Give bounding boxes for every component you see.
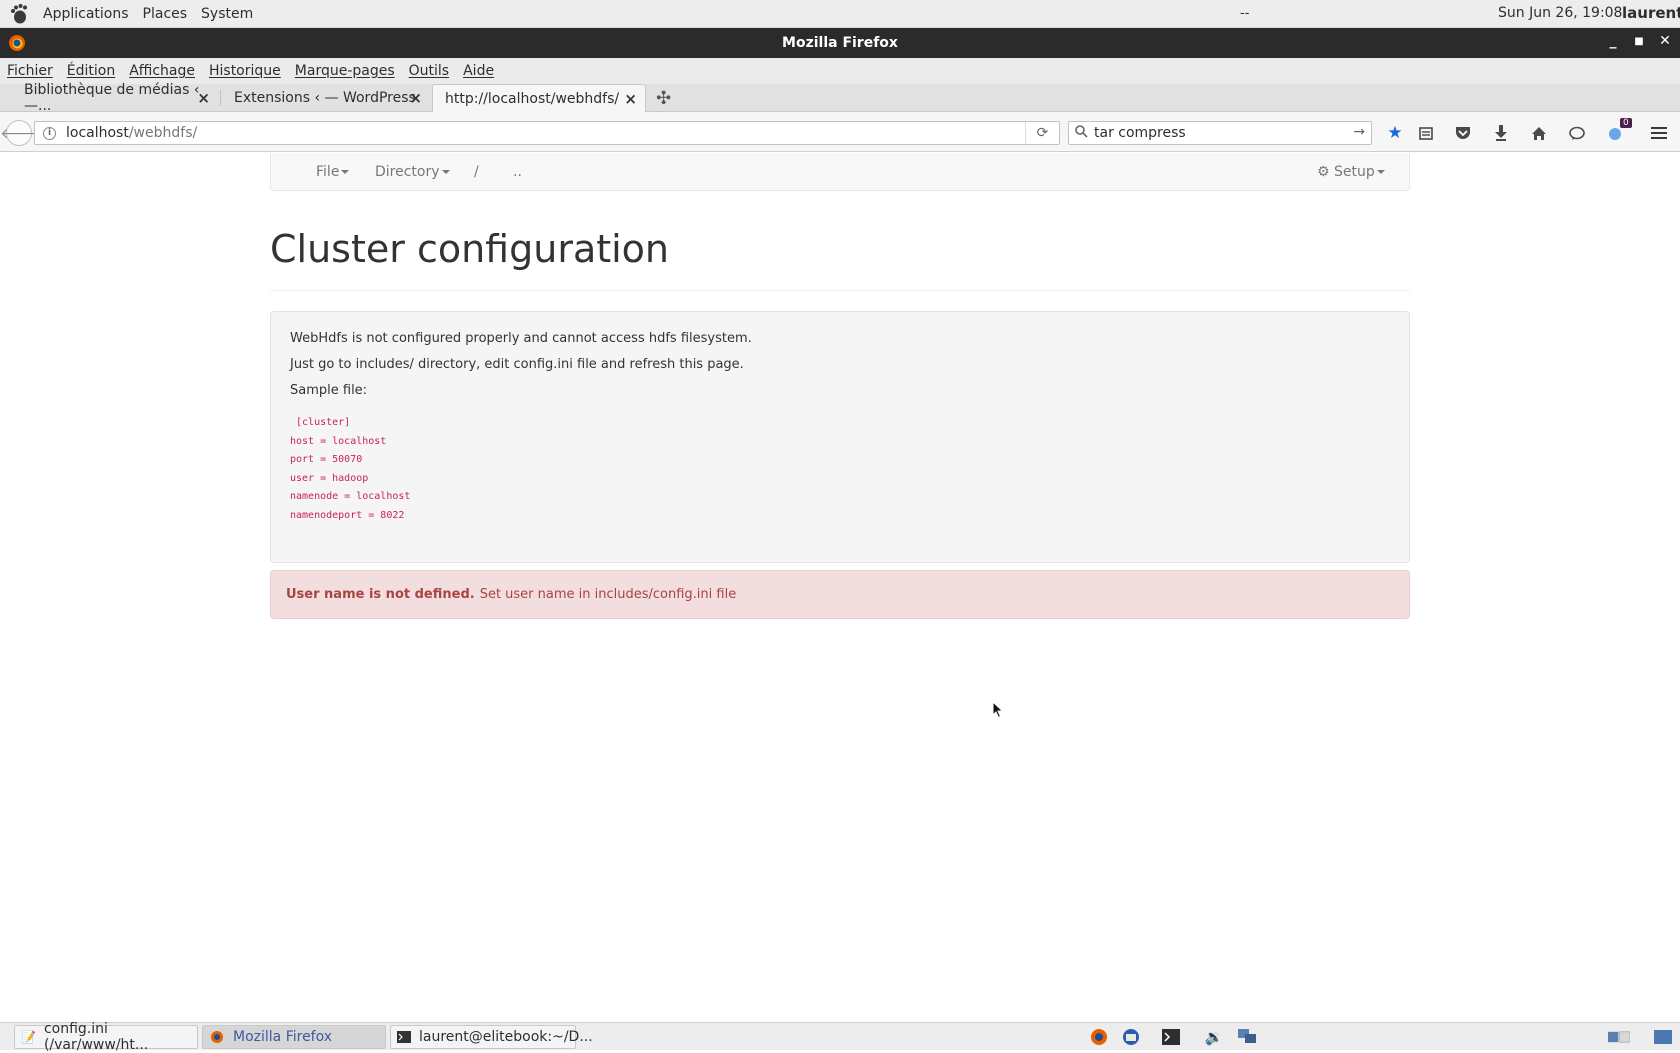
tab-bibliotheque[interactable]: Bibliothèque de médias ‹ —... × — [8, 82, 218, 114]
tab-webhdfs[interactable]: http://localhost/webhdfs/ × — [432, 84, 646, 112]
system-menu[interactable]: System — [194, 6, 260, 22]
close-tab-icon[interactable]: × — [197, 89, 210, 107]
applications-menu[interactable]: Applications — [36, 6, 136, 22]
text-editor-icon: 📝 — [21, 1030, 36, 1044]
tab-extensions[interactable]: Extensions ‹ — WordPress × — [218, 84, 430, 112]
bookmarks-menu-icon[interactable] — [1415, 122, 1437, 144]
firefox-icon — [9, 35, 25, 51]
chat-bubble-icon[interactable] — [1566, 122, 1588, 144]
menu-bar: Fichier Édition Affichage Historique Mar… — [0, 58, 1680, 84]
tab-label: http://localhost/webhdfs/ — [445, 90, 620, 107]
url-host: localhost — [66, 125, 129, 141]
tab-label: Bibliothèque de médias ‹ —... — [24, 82, 200, 114]
firefox-launcher-icon[interactable] — [1088, 1027, 1110, 1047]
site-info-icon[interactable]: i — [43, 126, 56, 140]
file-dropdown-label: File — [316, 164, 340, 180]
thunderbird-launcher-icon[interactable] — [1120, 1027, 1142, 1047]
search-bar[interactable]: tar compress → — [1068, 121, 1372, 145]
menu-historique[interactable]: Historique — [202, 63, 288, 79]
show-desktop-icon[interactable] — [1652, 1027, 1674, 1047]
alert-text: Set user name in includes/config.ini fil… — [479, 587, 737, 602]
gear-icon: ⚙ — [1317, 164, 1330, 180]
task-firefox[interactable]: Mozilla Firefox — [202, 1025, 386, 1049]
top-panel: Applications Places System -- Sun Jun 26… — [0, 0, 1680, 28]
setup-dropdown[interactable]: ⚙ Setup — [1317, 164, 1385, 180]
task-label: Mozilla Firefox — [233, 1029, 333, 1045]
root-link[interactable]: / — [474, 164, 479, 180]
pocket-icon[interactable] — [1452, 122, 1474, 144]
bookmark-star-icon[interactable]: ★ — [1384, 122, 1406, 144]
task-label: config.ini (/var/www/ht... — [43, 1021, 149, 1053]
maximize-button[interactable]: ■ — [1630, 36, 1648, 47]
config-well: WebHdfs is not configured properly and c… — [270, 311, 1410, 563]
tab-label: Extensions ‹ — WordPress — [234, 90, 416, 106]
config-message: WebHdfs is not configured properly and c… — [290, 331, 752, 346]
menu-edition[interactable]: Édition — [60, 63, 122, 79]
error-alert: User name is not defined. Set user name … — [270, 570, 1410, 619]
task-label: laurent@elitebook:~/D... — [419, 1029, 593, 1045]
page-title: Cluster configuration — [270, 227, 670, 271]
mouse-cursor-icon — [992, 701, 1004, 719]
minimize-button[interactable]: _ — [1604, 33, 1622, 49]
url-bar[interactable]: i localhost/webhdfs/ ⟳ — [34, 121, 1060, 145]
menu-fichier[interactable]: Fichier — [0, 63, 60, 79]
search-go-icon[interactable]: → — [1353, 124, 1365, 140]
menu-affichage[interactable]: Affichage — [122, 63, 202, 79]
file-dropdown[interactable]: File — [316, 164, 350, 180]
downloads-icon[interactable] — [1490, 122, 1512, 144]
menu-marque-pages[interactable]: Marque-pages — [288, 63, 402, 79]
close-tab-icon[interactable]: × — [409, 89, 422, 107]
workspace-switcher-icon[interactable] — [1608, 1027, 1630, 1047]
arrow-left-icon: 🡐 — [0, 125, 38, 142]
search-input[interactable]: tar compress — [1094, 125, 1186, 141]
bottom-taskbar: 📝 config.ini (/var/www/ht... Mozilla Fir… — [0, 1021, 1680, 1053]
new-tab-icon[interactable]: ✣ — [656, 88, 671, 109]
navigation-bar: 🡐 i localhost/webhdfs/ ⟳ tar compress → … — [0, 112, 1680, 152]
terminal-icon — [397, 1029, 411, 1045]
caret-down-icon — [441, 170, 450, 174]
alert-strong: User name is not defined. — [286, 587, 475, 602]
places-menu[interactable]: Places — [136, 6, 195, 22]
task-config-ini[interactable]: 📝 config.ini (/var/www/ht... — [14, 1021, 198, 1053]
terminal-launcher-icon[interactable] — [1160, 1027, 1182, 1047]
page-content: File Directory / .. ⚙ Setup Cluster conf… — [0, 153, 1680, 1020]
divider — [270, 290, 1410, 291]
menu-aide[interactable]: Aide — [456, 63, 501, 79]
config-instruction: Just go to includes/ directory, edit con… — [290, 357, 744, 372]
hamburger-menu-icon[interactable] — [1648, 122, 1670, 144]
menu-outils[interactable]: Outils — [402, 63, 456, 79]
sample-config-code: [cluster] host = localhost port = 50070 … — [290, 417, 411, 521]
parent-link[interactable]: .. — [513, 164, 522, 180]
firefox-icon — [209, 1029, 225, 1045]
user-menu[interactable]: laurent — [1622, 4, 1680, 22]
sample-file-label: Sample file: — [290, 383, 368, 398]
directory-dropdown[interactable]: Directory — [375, 164, 450, 180]
close-window-button[interactable]: ✕ — [1656, 33, 1674, 49]
url-path: /webhdfs/ — [128, 125, 198, 141]
window-title: Mozilla Firefox — [782, 35, 898, 51]
notification-badge: 0 — [1620, 118, 1632, 128]
clock[interactable]: Sun Jun 26, 19:08 — [1498, 5, 1622, 21]
panel-center-text: -- — [1240, 6, 1250, 21]
webhdfs-navbar: File Directory / .. ⚙ Setup — [270, 153, 1410, 191]
back-button[interactable]: 🡐 — [0, 120, 38, 146]
gnome-foot-icon[interactable] — [8, 3, 30, 25]
volume-icon[interactable]: 🔉 — [1203, 1027, 1225, 1047]
home-icon[interactable] — [1528, 122, 1550, 144]
directory-dropdown-label: Directory — [375, 164, 440, 180]
setup-dropdown-label: Setup — [1334, 164, 1375, 180]
caret-down-icon — [1376, 170, 1385, 174]
reload-icon[interactable]: ⟳ — [1025, 122, 1059, 144]
window-titlebar[interactable]: Mozilla Firefox _ ■ ✕ — [0, 28, 1680, 58]
close-tab-icon[interactable]: × — [624, 90, 637, 108]
tab-bar: Bibliothèque de médias ‹ —... × Extensio… — [0, 82, 1680, 114]
caret-down-icon — [341, 170, 350, 174]
network-icon[interactable] — [1236, 1027, 1258, 1047]
search-icon — [1075, 124, 1088, 142]
task-terminal[interactable]: laurent@elitebook:~/D... — [390, 1025, 593, 1049]
